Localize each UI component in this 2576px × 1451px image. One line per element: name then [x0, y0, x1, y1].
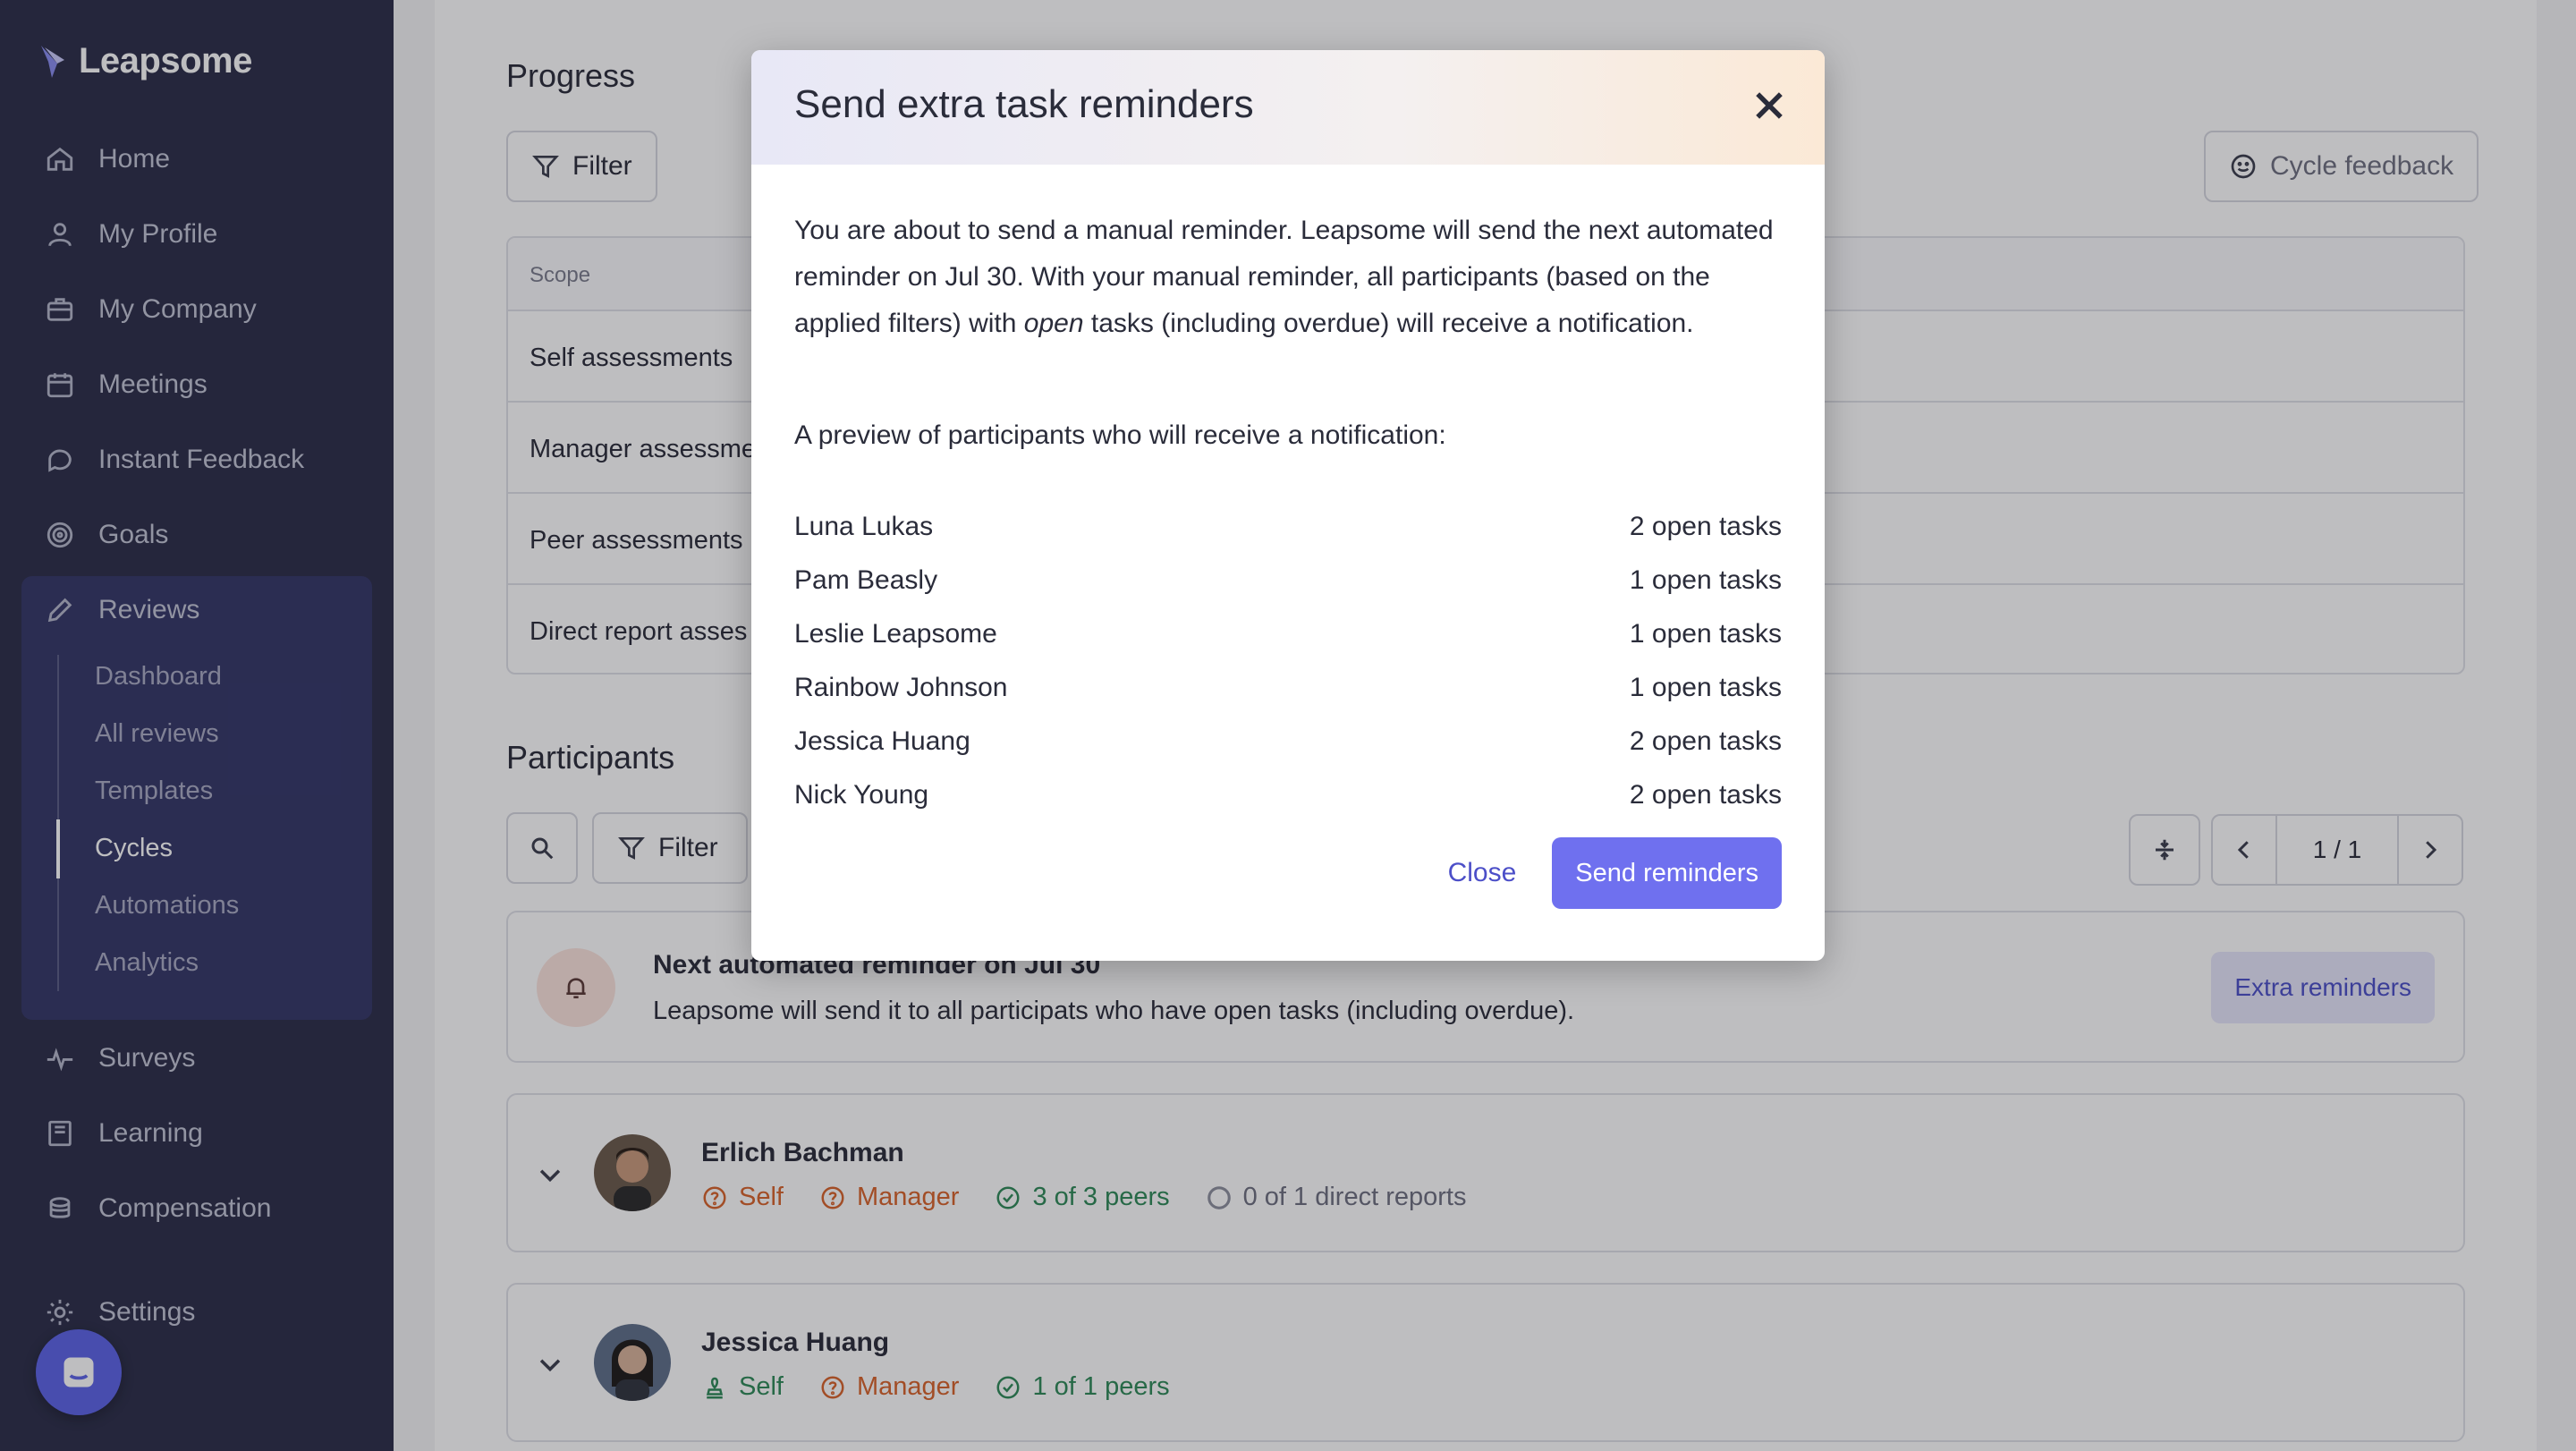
list-item: Leslie Leapsome 1 open tasks [794, 619, 1782, 673]
open-tasks-count: 2 open tasks [1629, 780, 1782, 810]
close-button[interactable]: Close [1448, 858, 1517, 888]
dialog-description: You are about to send a manual reminder.… [794, 208, 1782, 347]
dialog-header: Send extra task reminders [751, 50, 1825, 165]
dialog-text-emphasis: open [1023, 309, 1084, 338]
send-reminders-button[interactable]: Send reminders [1552, 837, 1782, 909]
dialog-footer: Close Send reminders [1448, 837, 1782, 909]
open-tasks-count: 1 open tasks [1629, 673, 1782, 702]
participant-name: Pam Beasly [794, 565, 938, 595]
close-icon[interactable] [1750, 86, 1789, 125]
open-tasks-count: 2 open tasks [1629, 726, 1782, 756]
preview-title: A preview of participants who will recei… [794, 420, 1446, 450]
list-item: Jessica Huang 2 open tasks [794, 726, 1782, 780]
participant-name: Leslie Leapsome [794, 619, 997, 649]
dialog-title: Send extra task reminders [794, 82, 1254, 126]
participant-name: Jessica Huang [794, 726, 970, 756]
participant-name: Luna Lukas [794, 512, 934, 541]
list-item: Rainbow Johnson 1 open tasks [794, 673, 1782, 726]
dialog-text: tasks (including overdue) will receive a… [1083, 309, 1694, 338]
open-tasks-count: 2 open tasks [1629, 512, 1782, 541]
participant-name: Rainbow Johnson [794, 673, 1008, 702]
open-tasks-count: 1 open tasks [1629, 565, 1782, 595]
list-item: Pam Beasly 1 open tasks [794, 565, 1782, 619]
participant-name: Nick Young [794, 780, 929, 810]
list-item: Luna Lukas 2 open tasks [794, 512, 1782, 565]
preview-list: Luna Lukas 2 open tasks Pam Beasly 1 open … [794, 512, 1782, 834]
open-tasks-count: 1 open tasks [1629, 619, 1782, 649]
list-item: Nick Young 2 open tasks [794, 780, 1782, 834]
send-reminders-dialog: Send extra task reminders You are about … [751, 50, 1825, 961]
